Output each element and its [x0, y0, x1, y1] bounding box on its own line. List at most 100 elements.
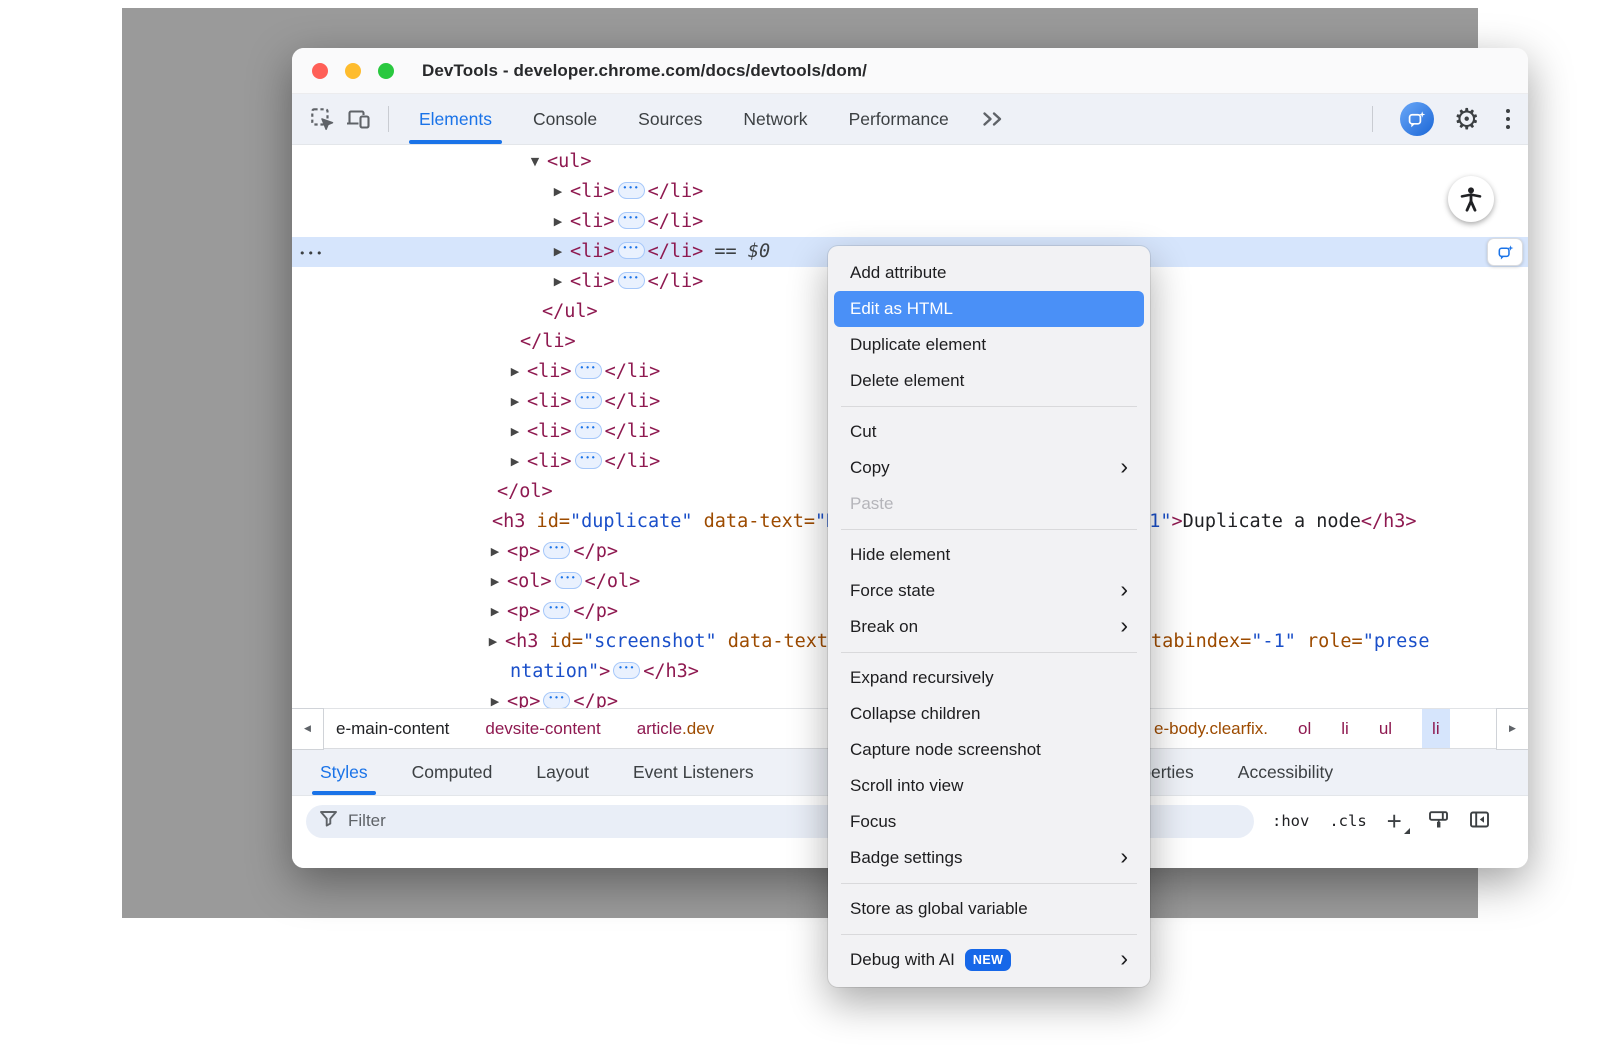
submenu-chevron-icon	[1120, 579, 1128, 603]
menu-item-add-attribute[interactable]: Add attribute	[828, 255, 1150, 291]
tab-styles[interactable]: Styles	[320, 749, 368, 795]
paint-brush-icon[interactable]	[1428, 810, 1449, 833]
breadcrumb-item[interactable]: ul	[1379, 709, 1392, 748]
menu-item-scroll-into-view[interactable]: Scroll into view	[828, 768, 1150, 804]
inline-expand-button[interactable]	[618, 272, 645, 289]
tab-sources[interactable]: Sources	[638, 94, 702, 144]
menu-item-hide-element[interactable]: Hide element	[828, 537, 1150, 573]
menu-item-debug-with-ai[interactable]: Debug with AINEW	[828, 942, 1150, 978]
inline-expand-button[interactable]	[543, 692, 570, 708]
tab-elements[interactable]: Elements	[419, 94, 492, 144]
collapse-arrow-icon[interactable]	[526, 147, 544, 177]
inline-expand-button[interactable]	[543, 602, 570, 619]
expand-arrow-icon[interactable]	[549, 267, 567, 297]
accessibility-overlay-button[interactable]	[1448, 176, 1494, 222]
more-tabs-icon[interactable]	[975, 101, 1011, 137]
tab-performance[interactable]: Performance	[849, 94, 949, 144]
menu-item-edit-as-html[interactable]: Edit as HTML	[834, 291, 1144, 327]
filter-funnel-icon	[319, 810, 338, 832]
expand-arrow-icon[interactable]	[506, 447, 524, 477]
expand-arrow-icon[interactable]	[506, 357, 524, 387]
menu-item-break-on[interactable]: Break on	[828, 609, 1150, 645]
code-token: role=	[1296, 631, 1363, 652]
menu-item-delete-element[interactable]: Delete element	[828, 363, 1150, 399]
menu-item-label: Add attribute	[850, 263, 946, 283]
inline-expand-button[interactable]	[575, 362, 602, 379]
zoom-window-button[interactable]	[378, 63, 394, 79]
menu-item-copy[interactable]: Copy	[828, 450, 1150, 486]
window-title: DevTools - developer.chrome.com/docs/dev…	[422, 61, 867, 81]
toolbar-right-controls: ⚙	[1360, 101, 1516, 137]
inline-expand-button[interactable]	[575, 452, 602, 469]
menu-item-duplicate-element[interactable]: Duplicate element	[828, 327, 1150, 363]
expand-arrow-icon[interactable]	[549, 207, 567, 237]
tab-event-listeners[interactable]: Event Listeners	[633, 749, 754, 795]
menu-item-label: Force state	[850, 581, 935, 601]
toggle-element-classes-button[interactable]: .cls	[1329, 812, 1366, 830]
breadcrumb-right-group: e-body.clearfix.olliulli	[1154, 709, 1450, 748]
toggle-element-state-button[interactable]: :hov	[1272, 812, 1309, 830]
settings-icon[interactable]: ⚙	[1449, 101, 1485, 137]
breadcrumb-left-group: e-main-content devsite-content article.dev	[336, 709, 714, 748]
ai-assistant-button[interactable]	[1400, 102, 1434, 136]
expand-arrow-icon[interactable]	[486, 537, 504, 567]
inline-expand-button[interactable]	[555, 572, 582, 589]
new-style-rule-button[interactable]: +	[1387, 808, 1408, 834]
tab-layout[interactable]: Layout	[536, 749, 589, 795]
inline-expand-button[interactable]	[618, 242, 645, 259]
breadcrumb-item[interactable]: li	[1341, 709, 1349, 748]
breadcrumb-scroll-left-button[interactable]	[292, 708, 324, 750]
expand-arrow-icon[interactable]	[486, 687, 504, 708]
inline-expand-button[interactable]	[543, 542, 570, 559]
tab-network[interactable]: Network	[743, 94, 807, 144]
menu-item-collapse-children[interactable]: Collapse children	[828, 696, 1150, 732]
ai-assistant-row-button[interactable]	[1487, 238, 1523, 266]
menu-item-force-state[interactable]: Force state	[828, 573, 1150, 609]
tab-accessibility[interactable]: Accessibility	[1238, 749, 1333, 795]
breadcrumb-item[interactable]: li	[1422, 709, 1450, 748]
menu-item-expand-recursively[interactable]: Expand recursively	[828, 660, 1150, 696]
menu-item-capture-node-screenshot[interactable]: Capture node screenshot	[828, 732, 1150, 768]
breadcrumb-item[interactable]: article.dev	[637, 709, 715, 748]
toggle-sidebar-icon[interactable]	[1469, 810, 1490, 833]
code-token: </li>	[648, 181, 704, 202]
expand-arrow-icon[interactable]	[506, 387, 524, 417]
inline-expand-button[interactable]	[575, 422, 602, 439]
menu-item-label: Focus	[850, 812, 896, 832]
code-token: id=	[538, 631, 583, 652]
menu-item-store-as-global-variable[interactable]: Store as global variable	[828, 891, 1150, 927]
close-window-button[interactable]	[312, 63, 328, 79]
tab-console[interactable]: Console	[533, 94, 597, 144]
tab-computed[interactable]: Computed	[412, 749, 493, 795]
inline-expand-button[interactable]	[618, 212, 645, 229]
inline-expand-button[interactable]	[618, 182, 645, 199]
expand-arrow-icon[interactable]	[486, 597, 504, 627]
code-token: <p>	[507, 601, 540, 622]
expand-arrow-icon[interactable]	[506, 417, 524, 447]
menu-item-badge-settings[interactable]: Badge settings	[828, 840, 1150, 876]
breadcrumb-item[interactable]: e-body.clearfix.	[1154, 709, 1268, 748]
expand-arrow-icon[interactable]	[549, 237, 567, 267]
expand-arrow-icon[interactable]	[484, 627, 502, 657]
breadcrumb-item[interactable]: ol	[1298, 709, 1311, 748]
row-options-icon[interactable]	[299, 237, 324, 269]
expand-arrow-icon[interactable]	[549, 177, 567, 207]
breadcrumb-item[interactable]: devsite-content	[485, 709, 600, 748]
device-toolbar-icon[interactable]	[340, 101, 376, 137]
inline-expand-button[interactable]	[613, 662, 640, 679]
breadcrumb-item[interactable]: e-main-content	[336, 709, 449, 748]
breadcrumb-scroll-right-button[interactable]	[1496, 708, 1528, 750]
crumb-token: e-body.clearfix.	[1154, 709, 1268, 748]
inspect-element-icon[interactable]	[304, 101, 340, 137]
menu-item-label: Hide element	[850, 545, 950, 565]
menu-item-focus[interactable]: Focus	[828, 804, 1150, 840]
tree-row[interactable]: <li></li>	[292, 207, 1528, 237]
expand-arrow-icon[interactable]	[486, 567, 504, 597]
tree-row[interactable]: <li></li>	[292, 177, 1528, 207]
tree-row[interactable]: <ul>	[292, 147, 1528, 177]
more-options-icon[interactable]	[1500, 109, 1516, 129]
minimize-window-button[interactable]	[345, 63, 361, 79]
inline-expand-button[interactable]	[575, 392, 602, 409]
menu-item-cut[interactable]: Cut	[828, 414, 1150, 450]
code-token: "duplicate"	[570, 511, 693, 532]
